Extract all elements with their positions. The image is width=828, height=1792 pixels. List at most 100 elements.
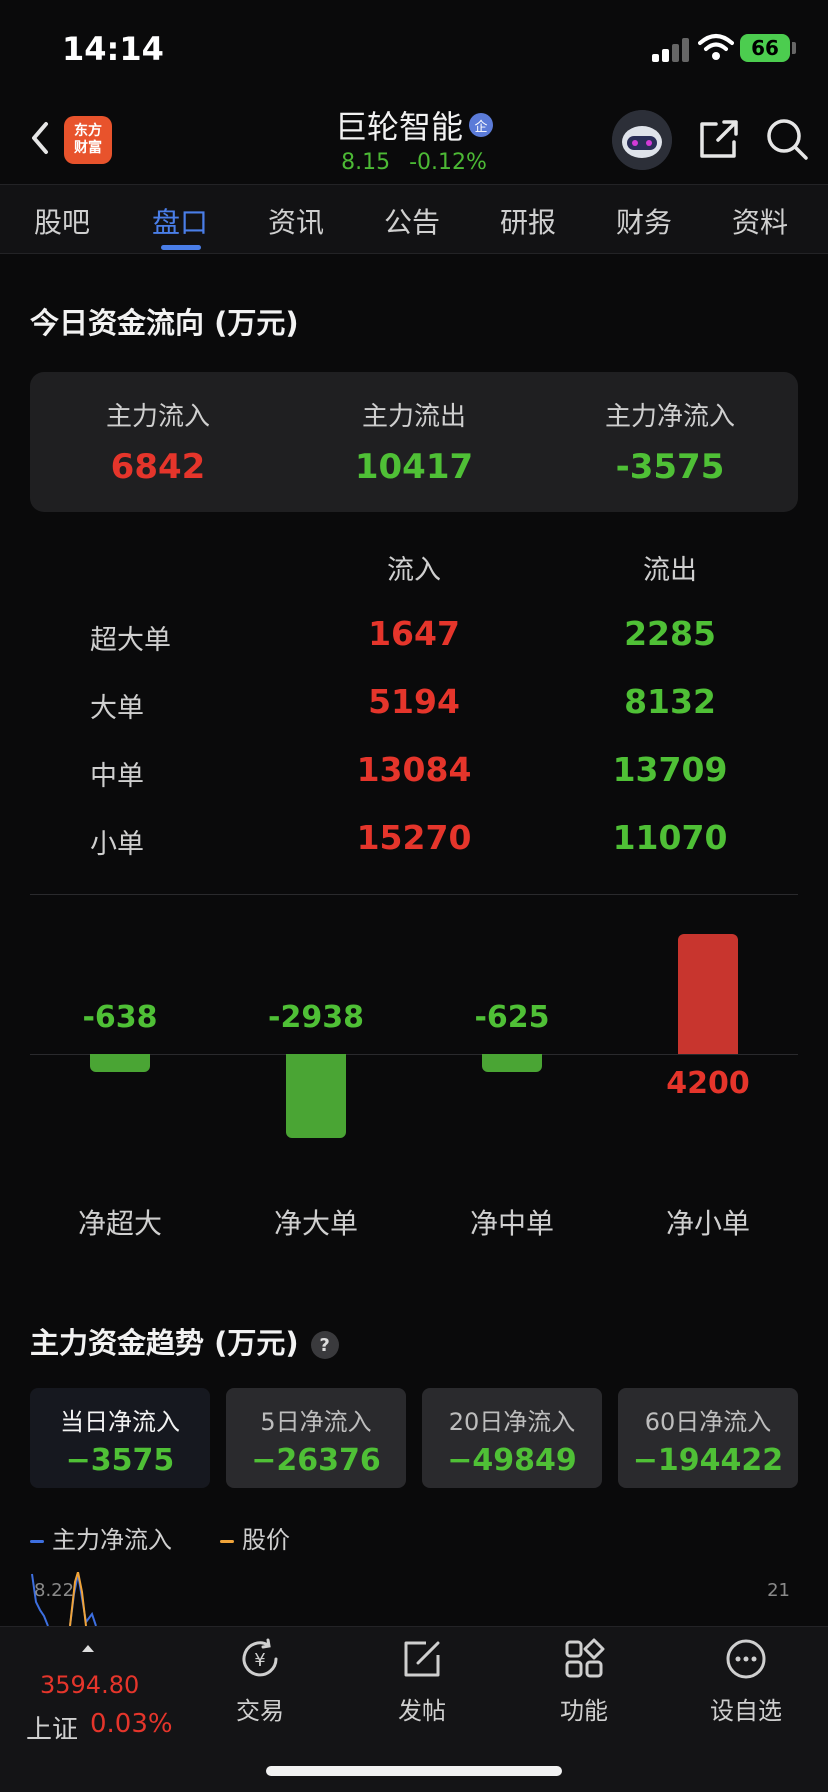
enterprise-badge-icon: 企 xyxy=(469,113,493,137)
section-divider xyxy=(30,894,798,895)
battery-cap xyxy=(792,42,796,54)
legend-swatch xyxy=(30,1539,44,1543)
row-inflow: 13084 xyxy=(356,750,472,789)
main-inflow-label: 主力流入 xyxy=(105,402,210,432)
trend-card-value: −26376 xyxy=(251,1443,381,1478)
nav-add-watchlist[interactable]: 设自选 xyxy=(691,1637,801,1726)
trend-card-label: 当日净流入 xyxy=(60,1408,180,1436)
bar-value-label: -625 xyxy=(474,1000,550,1035)
trend-card-label: 60日净流入 xyxy=(644,1408,772,1436)
functions-icon xyxy=(565,1638,605,1678)
trend-period-cards: 当日净流入 −3575 5日净流入 −26376 20日净流入 −49849 6… xyxy=(30,1388,798,1488)
column-header-inflow: 流入 xyxy=(387,555,441,586)
tab-bar: 股吧 盘口 资讯 公告 研报 财务 资料 xyxy=(0,184,828,254)
nav-functions[interactable]: 功能 xyxy=(529,1637,639,1726)
legend-stock-price: 股价 xyxy=(220,1520,290,1555)
status-bar: 14:14 66 xyxy=(0,0,828,96)
table-row: 小单 15270 11070 xyxy=(0,814,828,874)
trend-line-chart: 8.22 21 xyxy=(30,1572,798,1626)
table-row: 中单 13084 13709 xyxy=(0,746,828,806)
trend-card-value: −49849 xyxy=(447,1443,577,1478)
post-icon xyxy=(404,1641,440,1677)
index-value: 3594.80 xyxy=(40,1671,140,1699)
row-outflow: 2285 xyxy=(624,614,716,653)
stock-header: 东方 财富 巨轮智能 企 8.15 -0.12% xyxy=(0,96,828,184)
nav-label: 设自选 xyxy=(710,1697,782,1725)
flow-section-title: 今日资金流向 (万元) xyxy=(30,306,299,340)
status-time: 14:14 xyxy=(62,30,164,68)
nav-label: 功能 xyxy=(560,1697,608,1725)
main-outflow-label: 主力流出 xyxy=(361,402,466,432)
share-icon[interactable] xyxy=(696,116,742,162)
price-axis-label: 8.22 xyxy=(34,1580,75,1601)
home-indicator xyxy=(266,1766,562,1776)
trend-card-60d[interactable]: 60日净流入 −194422 xyxy=(618,1388,798,1488)
flow-summary-card: 主力流入 6842 主力流出 10417 主力净流入 -3575 xyxy=(30,372,798,512)
nav-label: 交易 xyxy=(236,1697,284,1725)
trend-card-value: −3575 xyxy=(65,1443,175,1478)
trend-card-20d[interactable]: 20日净流入 −49849 xyxy=(422,1388,602,1488)
bar-category-label: 净超大 xyxy=(77,1207,162,1240)
tab-profile[interactable]: 资料 xyxy=(732,201,788,241)
flow-axis-label: 21 xyxy=(767,1580,790,1601)
nav-trade[interactable]: ¥ 交易 xyxy=(205,1637,315,1726)
bar-净小单 xyxy=(678,934,738,1054)
battery-indicator: 66 xyxy=(740,34,790,62)
index-change: 0.03% xyxy=(90,1709,173,1739)
row-outflow: 13709 xyxy=(612,750,728,789)
main-net-inflow: 主力净流入 -3575 xyxy=(542,396,798,487)
trend-card-label: 20日净流入 xyxy=(448,1408,576,1436)
legend-label: 主力净流入 xyxy=(52,1526,172,1554)
nav-label: 发帖 xyxy=(398,1697,446,1725)
tab-announcements[interactable]: 公告 xyxy=(384,201,440,241)
row-outflow: 11070 xyxy=(612,818,728,857)
svg-text:¥: ¥ xyxy=(254,1650,265,1671)
main-outflow-value: 10417 xyxy=(354,447,474,487)
tab-pankou[interactable]: 盘口 xyxy=(152,201,208,241)
trend-lines xyxy=(31,1572,97,1626)
stock-name: 巨轮智能 xyxy=(334,108,463,146)
stock-change: -0.12% xyxy=(409,150,487,175)
row-label: 中单 xyxy=(90,761,144,792)
assistant-robot-icon[interactable] xyxy=(612,110,672,170)
wifi-icon xyxy=(698,34,734,60)
bar-category-label: 净小单 xyxy=(665,1207,750,1240)
bar-净大单 xyxy=(286,1054,346,1138)
expand-up-icon xyxy=(82,1645,94,1652)
trend-card-5d[interactable]: 5日净流入 −26376 xyxy=(226,1388,406,1488)
row-inflow: 15270 xyxy=(356,818,472,857)
legend-main-net-inflow: 主力净流入 xyxy=(30,1520,172,1555)
help-icon[interactable]: ? xyxy=(310,1331,339,1359)
bar-value-label: -2938 xyxy=(268,1000,364,1035)
row-label: 超大单 xyxy=(90,625,171,656)
row-outflow: 8132 xyxy=(624,682,716,721)
trade-icon: ¥ xyxy=(242,1638,278,1677)
trend-section-title: 主力资金趋势 (万元)? xyxy=(30,1320,339,1362)
bar-value-label: 4200 xyxy=(666,1066,750,1101)
row-label: 小单 xyxy=(90,829,144,860)
active-tab-indicator xyxy=(161,245,201,250)
index-name: 上证 xyxy=(26,1715,79,1745)
column-header-outflow: 流出 xyxy=(643,555,697,586)
tab-guba[interactable]: 股吧 xyxy=(34,201,90,241)
row-inflow: 1647 xyxy=(368,614,460,653)
trend-card-today[interactable]: 当日净流入 −3575 xyxy=(30,1388,210,1488)
stock-price: 8.15 xyxy=(341,150,391,175)
tab-finance[interactable]: 财务 xyxy=(616,201,672,241)
main-inflow: 主力流入 6842 xyxy=(30,396,286,487)
bar-category-label: 净中单 xyxy=(469,1207,554,1240)
bar-value-label: -638 xyxy=(82,1000,158,1035)
nav-post[interactable]: 发帖 xyxy=(367,1637,477,1726)
cellular-signal-icon xyxy=(652,38,690,62)
tab-research[interactable]: 研报 xyxy=(500,201,556,241)
bar-净中单 xyxy=(482,1054,542,1072)
row-inflow: 5194 xyxy=(368,682,460,721)
legend-label: 股价 xyxy=(242,1526,290,1554)
bar-净超大 xyxy=(90,1054,150,1073)
more-icon xyxy=(726,1639,766,1679)
table-row: 大单 5194 8132 xyxy=(0,678,828,738)
trend-title-text: 主力资金趋势 (万元) xyxy=(30,1326,299,1360)
bar-category-label: 净大单 xyxy=(273,1207,358,1240)
tab-news[interactable]: 资讯 xyxy=(268,201,324,241)
search-icon[interactable] xyxy=(764,116,810,162)
